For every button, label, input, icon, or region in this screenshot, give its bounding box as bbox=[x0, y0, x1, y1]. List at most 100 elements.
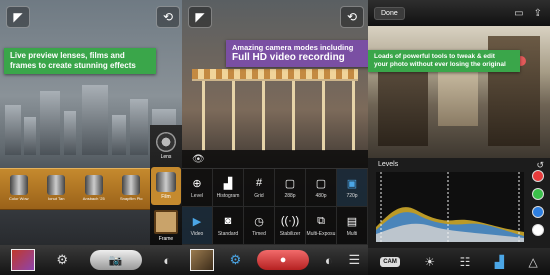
editing-tools-panel: Done ▭ ⇪ Loads of powerful tools to twea… bbox=[368, 0, 550, 275]
gear-icon[interactable]: ⚙ bbox=[230, 252, 242, 268]
camera-mode-grid: 👁 ⊕ Level ▟ Histogram # Grid ▢ 288p ▢ 480p ▣ 7… bbox=[182, 150, 368, 245]
film-can-icon bbox=[122, 175, 141, 195]
mode-row: ▶ Video ◙ Standard ◷ Timed ((·)) Stabilizer … bbox=[182, 207, 368, 245]
sliders-icon[interactable]: ☷ bbox=[460, 255, 471, 269]
record-button[interactable]: ● bbox=[257, 250, 310, 270]
category-lens[interactable]: Lens bbox=[151, 127, 181, 165]
mode-standard[interactable]: ◙ Standard bbox=[213, 207, 244, 244]
histogram-icon: ▟ bbox=[223, 177, 233, 190]
contrast-icon[interactable]: ◐ bbox=[163, 253, 171, 268]
mode-720p[interactable]: ▣ 720p bbox=[337, 169, 368, 206]
levels-icon[interactable]: ▟ bbox=[495, 255, 504, 269]
feature-banner: Loads of powerful tools to tweak & edit … bbox=[368, 50, 520, 72]
triangle-icon[interactable]: △ bbox=[528, 255, 537, 269]
banner-line-1: Loads of powerful tools to tweak & edit bbox=[374, 53, 495, 60]
lens-icon bbox=[156, 132, 176, 152]
film-option[interactable]: Color Wow bbox=[7, 175, 31, 203]
green-channel-button[interactable] bbox=[532, 188, 544, 200]
category-label: Frame bbox=[158, 236, 174, 242]
mode-480p[interactable]: ▢ 480p bbox=[306, 169, 337, 206]
mode-timed[interactable]: ◷ Timed bbox=[244, 207, 275, 244]
mode-label: Stabilizer bbox=[279, 231, 301, 237]
mode-label: Histogram bbox=[216, 193, 240, 199]
red-channel-button[interactable] bbox=[532, 170, 544, 182]
stabilizer-icon: ((·)) bbox=[280, 215, 300, 227]
mode-row: ⊕ Level ▟ Histogram # Grid ▢ 288p ▢ 480p ▣ 720… bbox=[182, 169, 368, 207]
camera-icon: ◙ bbox=[224, 215, 232, 227]
mode-label: Multi-Exposu bbox=[306, 231, 336, 237]
video-camera-icon: ● bbox=[279, 254, 287, 266]
last-photo-thumbnail[interactable] bbox=[10, 249, 35, 271]
banner-line-2: Full HD video recording bbox=[232, 52, 345, 63]
film-option[interactable]: Snapfilm Plo bbox=[119, 175, 143, 203]
multi-icon: ▤ bbox=[346, 215, 358, 228]
film-label: Snapfilm Plo bbox=[120, 196, 143, 201]
cam-button[interactable]: CAM bbox=[380, 256, 400, 267]
last-photo-thumbnail[interactable] bbox=[189, 249, 214, 271]
shutter-button[interactable]: 📷 bbox=[89, 250, 142, 270]
mode-histogram[interactable]: ▟ Histogram bbox=[213, 169, 244, 206]
eye-icon[interactable]: 👁 bbox=[182, 150, 368, 169]
back-button[interactable]: ◤ bbox=[6, 6, 30, 28]
bottom-toolbar: ⚙ ● ◐ ☰ bbox=[182, 245, 368, 275]
mode-label: 288p bbox=[284, 193, 296, 199]
film-label: Color Wow bbox=[9, 196, 29, 201]
mode-label: Standard bbox=[217, 231, 239, 237]
film-label: Ansbach '25 bbox=[82, 196, 105, 201]
feature-banner: Amazing camera modes including Full HD v… bbox=[226, 40, 368, 67]
mode-label: 720p bbox=[346, 193, 358, 199]
channel-selector bbox=[532, 170, 544, 236]
mode-288p[interactable]: ▢ 288p bbox=[275, 169, 306, 206]
category-film[interactable]: Film bbox=[151, 167, 181, 205]
film-option[interactable]: Ionut Tan bbox=[44, 175, 68, 203]
banner-line-2: frames to create stunning effects bbox=[10, 61, 136, 70]
mode-label: Timed bbox=[252, 231, 266, 237]
levels-histogram[interactable] bbox=[376, 172, 524, 242]
category-frame[interactable]: Frame bbox=[151, 207, 181, 245]
film-option[interactable]: Ansbach '25 bbox=[82, 175, 106, 203]
mode-label: Grid bbox=[254, 193, 264, 199]
bottom-toolbar: ⚙ 📷 ◐ bbox=[0, 245, 182, 275]
top-bar: Done ▭ ⇪ bbox=[368, 0, 550, 26]
mode-stabilizer[interactable]: ((·)) Stabilizer bbox=[275, 207, 306, 244]
blue-channel-button[interactable] bbox=[532, 206, 544, 218]
switch-camera-button[interactable]: ⟲ bbox=[340, 6, 364, 28]
feature-banner: Live preview lenses, films and frames to… bbox=[4, 48, 156, 74]
category-label: Film bbox=[161, 194, 171, 200]
mode-multi-exposure[interactable]: ⧉ Multi-Exposu bbox=[306, 207, 337, 244]
menu-icon[interactable]: ☰ bbox=[348, 252, 360, 268]
multi-exposure-icon: ⧉ bbox=[317, 214, 325, 227]
film-label: Ionut Tan bbox=[48, 196, 65, 201]
res-288-icon: ▢ bbox=[284, 177, 296, 190]
film-picker: Color Wow Ionut Tan Ansbach '25 Snapfilm… bbox=[0, 168, 150, 210]
edited-photo-street bbox=[368, 26, 550, 158]
frame-icon bbox=[154, 210, 178, 234]
mode-grid[interactable]: # Grid bbox=[244, 169, 275, 206]
gear-icon[interactable]: ⚙ bbox=[56, 252, 68, 268]
levels-title: Levels bbox=[378, 161, 399, 168]
brightness-icon[interactable]: ☀ bbox=[424, 255, 435, 269]
camera-modes-panel: ◤ ⟲ Amazing camera modes including Full … bbox=[182, 0, 368, 275]
done-button[interactable]: Done bbox=[374, 6, 405, 20]
film-icon bbox=[156, 172, 176, 192]
rgb-channel-button[interactable] bbox=[532, 224, 544, 236]
level-icon: ⊕ bbox=[192, 177, 202, 190]
film-can-icon bbox=[47, 175, 66, 195]
mode-video[interactable]: ▶ Video bbox=[182, 207, 213, 244]
contrast-icon[interactable]: ◐ bbox=[325, 253, 333, 268]
app-store-screenshot-collage: ◤ ⟲ Live preview lenses, films and frame… bbox=[0, 0, 550, 275]
carousel-photo bbox=[192, 69, 358, 151]
category-label: Lens bbox=[160, 154, 172, 160]
film-can-icon bbox=[9, 175, 28, 195]
banner-line-1: Amazing camera modes including bbox=[232, 43, 354, 52]
switch-camera-button[interactable]: ⟲ bbox=[156, 6, 180, 28]
res-480-icon: ▢ bbox=[315, 177, 327, 190]
back-button[interactable]: ◤ bbox=[188, 6, 212, 28]
compare-icon[interactable]: ▭ bbox=[514, 8, 523, 19]
banner-line-1: Live preview lenses, films and bbox=[10, 51, 125, 60]
video-icon: ▶ bbox=[192, 215, 202, 228]
mode-label: Multi bbox=[346, 231, 358, 237]
mode-level[interactable]: ⊕ Level bbox=[182, 169, 213, 206]
mode-multi[interactable]: ▤ Multi bbox=[337, 207, 368, 244]
share-icon[interactable]: ⇪ bbox=[534, 8, 542, 19]
